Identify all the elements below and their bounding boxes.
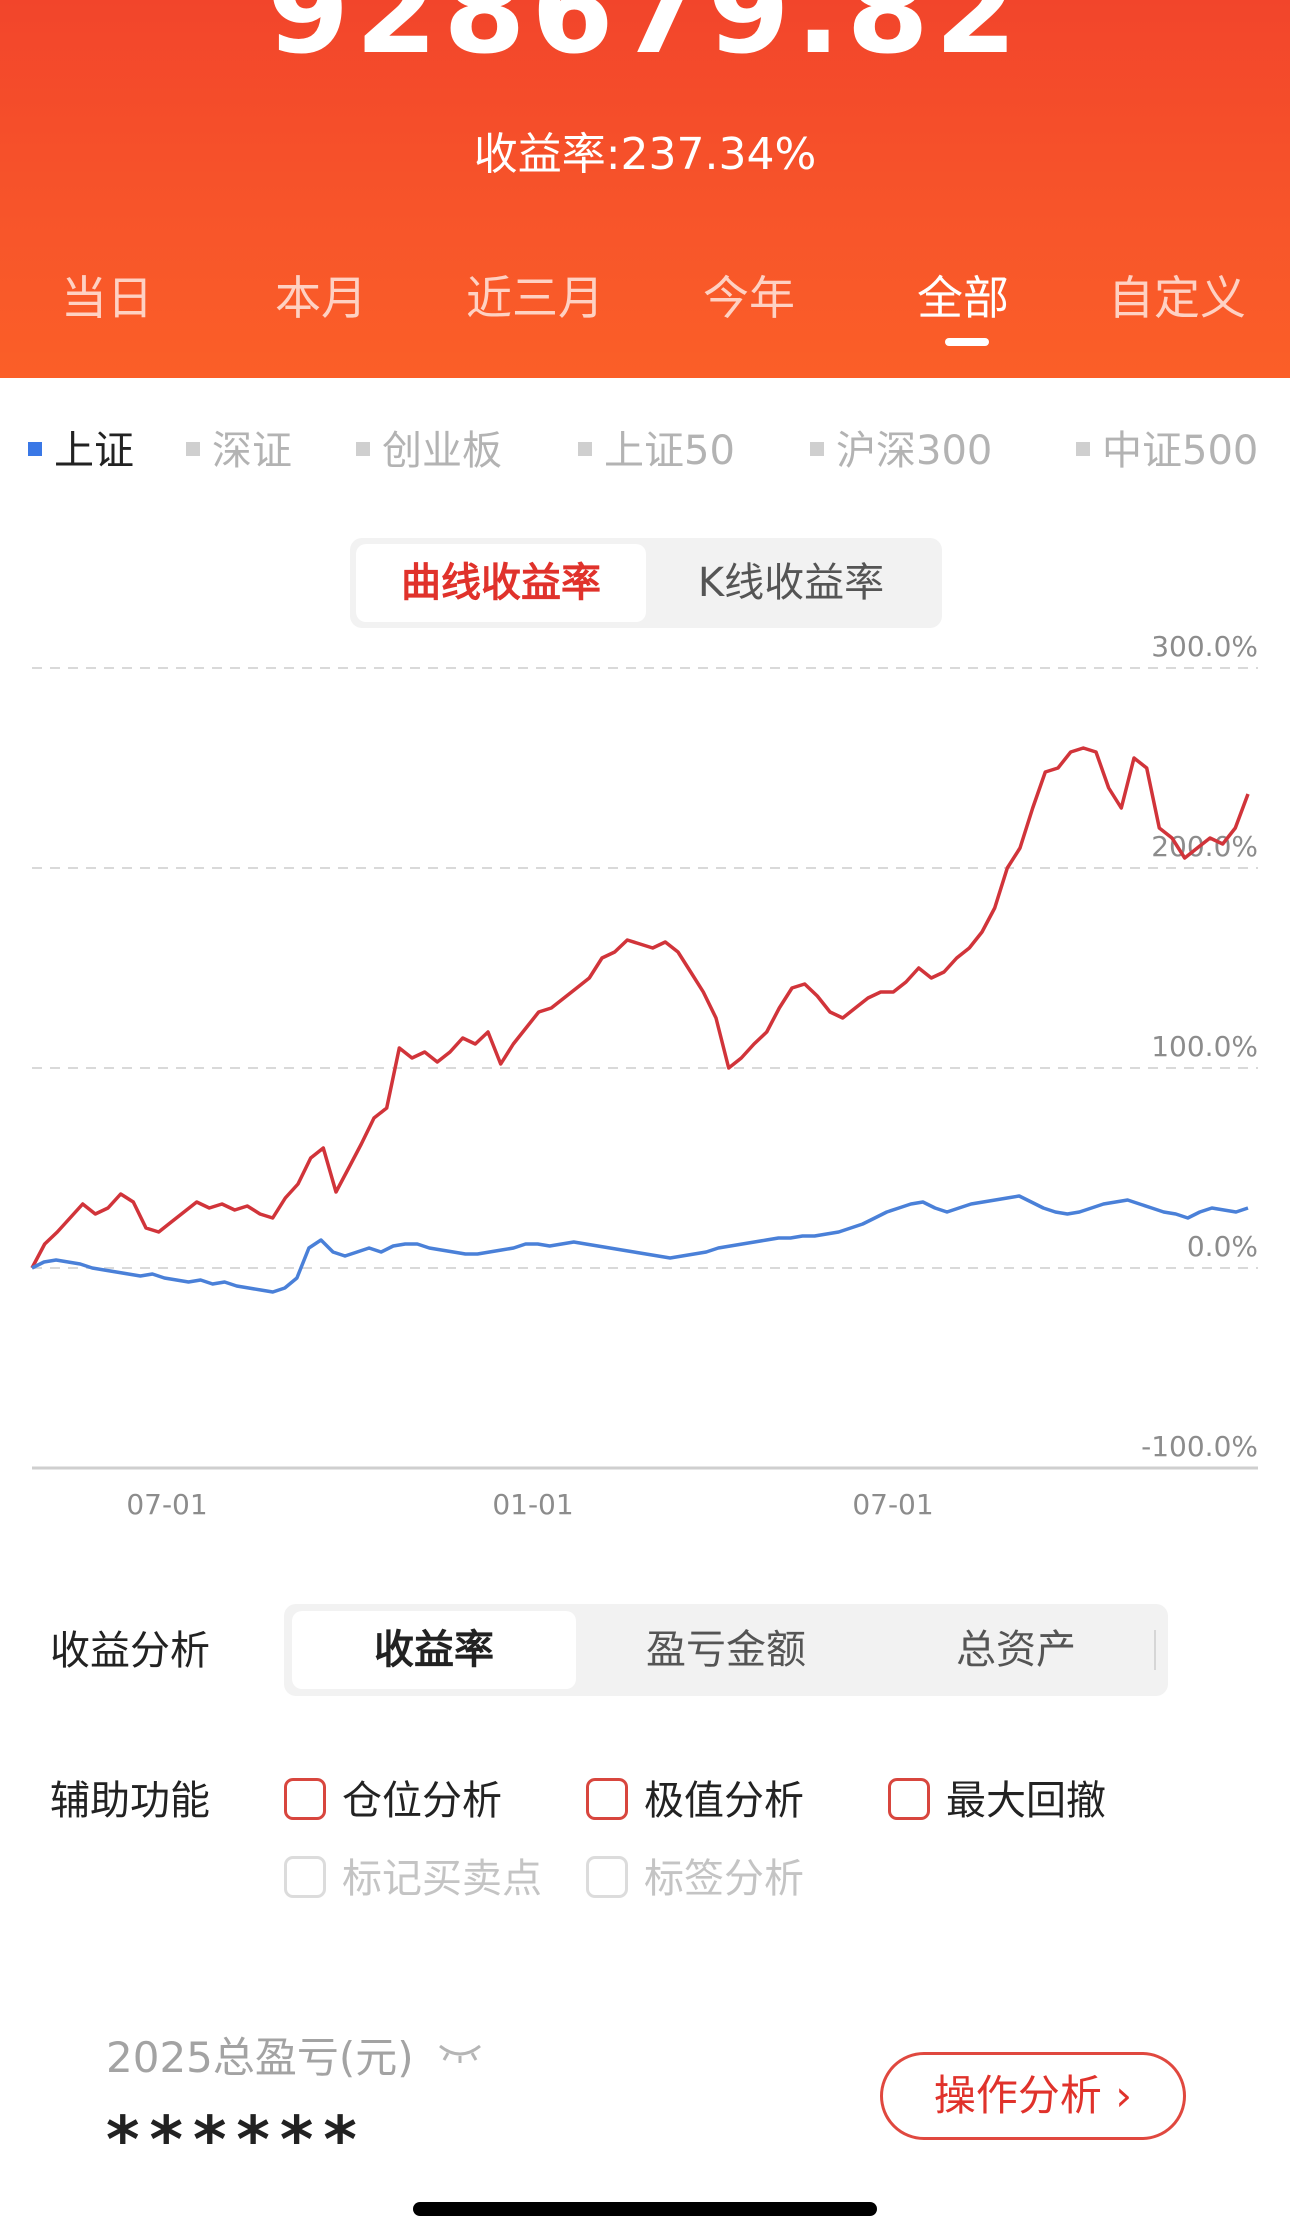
- index-szse[interactable]: 深证: [186, 418, 292, 476]
- tab-custom[interactable]: 自定义: [1070, 262, 1284, 328]
- checkbox-icon: [586, 1856, 628, 1898]
- max-drawdown-checkbox[interactable]: 最大回撤: [888, 1768, 1106, 1826]
- index-selector: 上证 深证 创业板 上证50 沪深300 中证500: [0, 418, 1290, 474]
- checkbox-label: 仓位分析: [342, 1778, 502, 1824]
- extreme-analysis-checkbox[interactable]: 极值分析: [586, 1768, 804, 1826]
- position-analysis-checkbox[interactable]: 仓位分析: [284, 1768, 502, 1826]
- portfolio-return-line: [30, 746, 1250, 1269]
- total-value: 928679.82: [267, 0, 1023, 80]
- analysis-toggle: 收益率 盈亏金额 总资产: [284, 1604, 1168, 1696]
- y-tick-label: 100.0%: [1151, 1030, 1258, 1063]
- index-sse50[interactable]: 上证50: [578, 418, 735, 476]
- tab-month[interactable]: 本月: [214, 262, 428, 328]
- tag-analysis-checkbox: 标签分析: [586, 1846, 804, 1904]
- index-label: 中证500: [1102, 428, 1259, 474]
- mark-trades-checkbox: 标记买卖点: [284, 1846, 542, 1904]
- checkbox-label: 标签分析: [644, 1856, 804, 1902]
- checkbox-icon: [284, 1778, 326, 1820]
- legend-square-icon: [28, 442, 42, 456]
- return-rate: 收益率:237.34%: [473, 129, 817, 180]
- yearly-pl-value: ******: [106, 2104, 367, 2178]
- checkbox-label: 最大回撤: [946, 1778, 1106, 1824]
- checkbox-icon: [888, 1778, 930, 1820]
- home-indicator: [413, 2202, 877, 2216]
- index-label: 创业板: [382, 428, 502, 474]
- legend-square-icon: [186, 442, 200, 456]
- yearly-pl-title: 2025总盈亏(元): [106, 2033, 414, 2082]
- operation-analysis-button[interactable]: 操作分析 ›: [880, 2052, 1186, 2140]
- legend-square-icon: [356, 442, 370, 456]
- index-chinext[interactable]: 创业板: [356, 418, 502, 476]
- period-tabs: 当日 本月 近三月 今年 全部 自定义: [0, 262, 1290, 342]
- return-chart: 300.0%200.0%100.0%0.0%-100.0% 07-01 01-01…: [30, 630, 1258, 1520]
- eye-closed-icon[interactable]: [436, 2040, 484, 2064]
- analysis-label: 收益分析: [50, 1628, 210, 1674]
- tab-year[interactable]: 今年: [642, 262, 856, 328]
- index-sse[interactable]: 上证: [28, 418, 134, 476]
- index-label: 上证: [54, 428, 134, 474]
- total-assets-button[interactable]: 总资产: [874, 1611, 1158, 1689]
- aux-label: 辅助功能: [50, 1778, 210, 1824]
- checkbox-icon: [586, 1778, 628, 1820]
- tab-today[interactable]: 当日: [0, 262, 214, 328]
- x-tick-label: 07-01: [852, 1488, 933, 1520]
- return-rate-button[interactable]: 收益率: [292, 1611, 576, 1689]
- y-tick-label: 0.0%: [1187, 1230, 1258, 1263]
- x-tick-label: 01-01: [492, 1488, 573, 1520]
- tab-all[interactable]: 全部: [856, 262, 1070, 328]
- index-label: 深证: [212, 428, 292, 474]
- legend-square-icon: [578, 442, 592, 456]
- legend-square-icon: [810, 442, 824, 456]
- summary-header: 928679.82 收益率:237.34% 当日 本月 近三月 今年 全部 自定…: [0, 0, 1290, 378]
- y-tick-label: 300.0%: [1151, 630, 1258, 663]
- checkbox-label: 标记买卖点: [342, 1856, 542, 1902]
- index-label: 上证50: [604, 428, 735, 474]
- tab-three-months[interactable]: 近三月: [428, 262, 642, 328]
- active-tab-indicator: [945, 338, 989, 346]
- legend-square-icon: [1076, 442, 1090, 456]
- benchmark-return-line: [31, 1194, 1249, 1294]
- x-tick-label: 07-01: [126, 1488, 207, 1520]
- profit-loss-button[interactable]: 盈亏金额: [584, 1611, 868, 1689]
- index-csi500[interactable]: 中证500: [1076, 418, 1258, 476]
- y-tick-label: -100.0%: [1141, 1430, 1258, 1463]
- checkbox-icon: [284, 1856, 326, 1898]
- index-label: 沪深300: [836, 428, 993, 474]
- checkbox-label: 极值分析: [644, 1778, 804, 1824]
- index-csi300[interactable]: 沪深300: [810, 418, 992, 476]
